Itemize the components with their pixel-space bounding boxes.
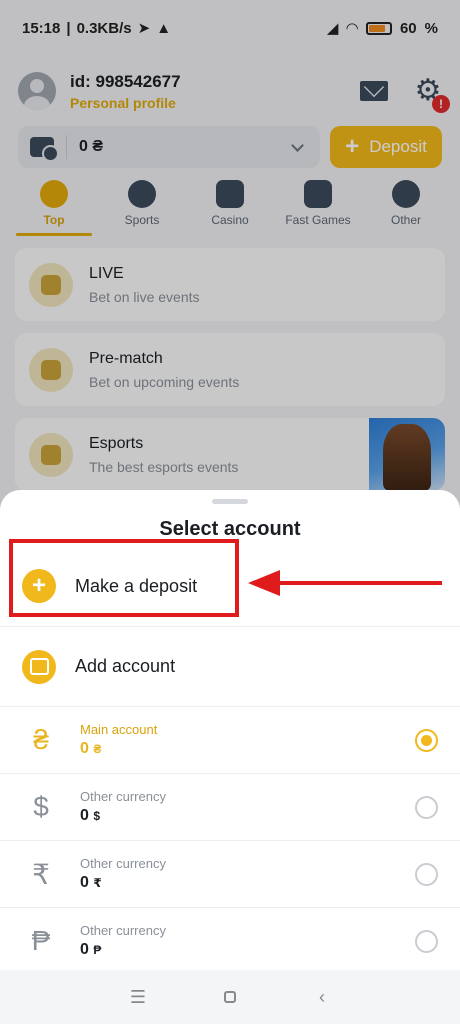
home-icon[interactable] [224, 991, 236, 1003]
account-radio[interactable] [415, 795, 438, 819]
back-icon[interactable]: ‹ [312, 987, 332, 1008]
hryvnia-icon: ₴ [33, 724, 49, 755]
account-radio[interactable] [415, 929, 438, 953]
account-row-usd[interactable]: $ Other currency 0 $ [0, 773, 460, 840]
account-row-main[interactable]: ₴ Main account 0 ₴ [0, 706, 460, 773]
add-account-button[interactable]: Add account [0, 626, 460, 706]
account-radio[interactable] [415, 862, 438, 886]
highlight-box [9, 539, 239, 617]
account-row-php[interactable]: ₱ Other currency 0 ₱ [0, 907, 460, 974]
sheet-drag-handle[interactable] [212, 499, 248, 504]
peso-icon: ₱ [31, 925, 51, 956]
rupee-icon: ₹ [32, 858, 50, 890]
system-nav-bar: ☰ ‹ [0, 970, 460, 1024]
annotation-arrow [248, 570, 442, 596]
account-radio-selected[interactable] [415, 728, 438, 752]
add-account-label: Add account [75, 656, 176, 676]
menu-icon[interactable]: ☰ [128, 987, 148, 1008]
add-wallet-icon [22, 649, 56, 684]
select-account-sheet: Select account + Make a deposit Add acco… [0, 490, 460, 970]
account-row-inr[interactable]: ₹ Other currency 0 ₹ [0, 840, 460, 907]
dollar-icon: $ [33, 791, 49, 822]
